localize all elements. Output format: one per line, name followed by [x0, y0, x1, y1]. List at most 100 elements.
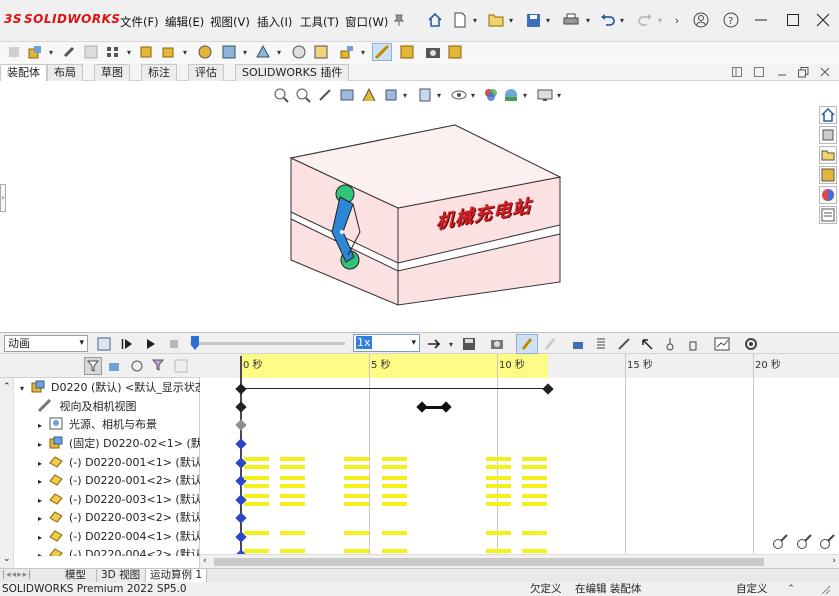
animation-wizard-icon[interactable]: [488, 335, 506, 353]
expand-arrow-icon[interactable]: ▸: [38, 459, 42, 468]
zoom-to-area-icon[interactable]: [294, 86, 312, 104]
chevron-down-icon[interactable]: ▾: [446, 335, 456, 353]
study-properties-icon[interactable]: [742, 335, 760, 353]
save-animation-icon[interactable]: [460, 335, 478, 353]
expand-arrow-icon[interactable]: ▸: [38, 514, 42, 523]
scroll-left-icon[interactable]: ‹: [203, 556, 207, 566]
minimize-window-icon[interactable]: [752, 11, 770, 29]
key-point[interactable]: [542, 383, 554, 395]
assembly-features-icon[interactable]: [220, 44, 238, 60]
more-icon[interactable]: ›: [671, 12, 683, 28]
playback-slider-thumb[interactable]: [191, 336, 199, 350]
tab-solidworks-addins[interactable]: SOLIDWORKS 插件: [235, 64, 350, 81]
add-key-icon[interactable]: [541, 335, 559, 353]
chevron-down-icon[interactable]: ▾: [400, 86, 410, 104]
chevron-down-icon[interactable]: ▾: [434, 86, 444, 104]
play-from-start-icon[interactable]: [119, 335, 135, 353]
chevron-up-icon[interactable]: ⌃: [3, 382, 11, 392]
menu-view[interactable]: 视图(V): [210, 14, 250, 30]
menu-tools[interactable]: 工具(T): [300, 14, 339, 30]
contact-icon[interactable]: [615, 335, 633, 353]
large-assembly-mode-icon[interactable]: [446, 44, 464, 60]
filter-selected-icon[interactable]: [150, 357, 168, 375]
view-palette-icon[interactable]: [819, 166, 837, 184]
file-explorer-icon[interactable]: [819, 146, 837, 164]
calculate-icon[interactable]: [95, 335, 113, 353]
tab-evaluate[interactable]: 评估: [188, 64, 224, 81]
chevron-down-icon[interactable]: ⌄: [3, 554, 11, 564]
force-icon[interactable]: [638, 335, 656, 353]
gravity-icon[interactable]: [661, 335, 679, 353]
graphics-area[interactable]: ▾ ▾ ▾ ▾ ▾ › 机械充电站: [0, 82, 839, 332]
expand-arrow-icon[interactable]: ▸: [38, 551, 42, 556]
display-style-icon[interactable]: [416, 86, 434, 104]
custom-properties-icon[interactable]: [819, 206, 837, 224]
edit-component-icon[interactable]: [6, 44, 22, 60]
dynamic-annotation-icon[interactable]: [360, 86, 378, 104]
tab-assembly[interactable]: 装配体: [0, 64, 47, 81]
filter-results-icon[interactable]: [172, 357, 190, 375]
instant3d-icon[interactable]: [372, 43, 392, 61]
filter-icon[interactable]: [84, 357, 102, 375]
move-component-icon[interactable]: [160, 44, 178, 60]
damper-icon[interactable]: [684, 335, 702, 353]
play-icon[interactable]: [143, 335, 159, 353]
chevron-down-icon[interactable]: ▾: [468, 86, 478, 104]
print-icon[interactable]: [561, 11, 581, 29]
insert-components-icon[interactable]: [26, 44, 44, 60]
show-hidden-components-icon[interactable]: [196, 44, 214, 60]
chevron-down-icon[interactable]: ▾: [240, 44, 250, 60]
new-document-icon[interactable]: [452, 11, 468, 29]
chevron-down-icon[interactable]: ▾: [124, 44, 134, 60]
timeline-horizontal-scrollbar[interactable]: ‹ ›: [200, 554, 839, 568]
chevron-down-icon[interactable]: ▾: [274, 44, 284, 60]
component-preview-icon[interactable]: [82, 44, 100, 60]
chevron-up-icon[interactable]: ⌃: [784, 582, 798, 596]
units-custom-text[interactable]: 自定义: [736, 582, 768, 596]
tile-right-icon[interactable]: [753, 65, 765, 79]
exploded-view-icon[interactable]: [338, 44, 356, 60]
update-speedpak-icon[interactable]: [398, 44, 416, 60]
chevron-down-icon[interactable]: ▾: [520, 86, 530, 104]
hide-show-items-icon[interactable]: [450, 86, 468, 104]
results-plots-icon[interactable]: [712, 335, 732, 353]
tab-markup[interactable]: 标注: [141, 64, 177, 81]
view-settings-icon[interactable]: [536, 86, 554, 104]
previous-view-icon[interactable]: [316, 86, 334, 104]
resize-grip-icon[interactable]: [818, 582, 832, 596]
chevron-down-icon[interactable]: ▾: [583, 11, 593, 29]
chevron-down-icon[interactable]: ▾: [543, 11, 553, 29]
tree-row-assembly[interactable]: ▾ D0220 (默认) <默认_显示状态-1>: [20, 379, 218, 397]
menu-insert[interactable]: 插入(I): [257, 14, 292, 30]
tab-model[interactable]: 模型: [61, 569, 90, 583]
playback-speed-select[interactable]: 1x ▾: [353, 334, 420, 352]
section-view-icon[interactable]: [338, 86, 356, 104]
zoom-out-timeline-icon[interactable]: [794, 532, 814, 552]
chevron-down-icon[interactable]: ▾: [180, 44, 190, 60]
tile-left-icon[interactable]: [731, 65, 743, 79]
motion-timeline[interactable]: 0 秒 5 秒 10 秒 15 秒 20 秒 ‹ ›: [200, 354, 839, 568]
key-point[interactable]: [235, 401, 247, 413]
chevron-down-icon[interactable]: ▾: [655, 11, 665, 29]
restore-document-icon[interactable]: [796, 65, 810, 79]
reference-geometry-icon[interactable]: [254, 44, 272, 60]
smart-fasteners-icon[interactable]: [138, 44, 156, 60]
menu-file[interactable]: 文件(F): [120, 14, 159, 30]
tab-layout[interactable]: 布局: [47, 64, 83, 81]
tab-motion-study-1[interactable]: 运动算例 1: [145, 569, 208, 583]
spring-icon[interactable]: [592, 335, 610, 353]
expand-arrow-icon[interactable]: ▸: [38, 533, 42, 542]
close-window-icon[interactable]: [814, 11, 832, 29]
chevron-down-icon[interactable]: ▾: [554, 86, 564, 104]
open-folder-icon[interactable]: [487, 11, 505, 29]
view-orientation-icon[interactable]: [382, 86, 400, 104]
scroll-right-icon[interactable]: ›: [832, 556, 836, 566]
tab-3d-view[interactable]: 3D 视图: [96, 569, 144, 583]
feature-manager-expand-handle[interactable]: ›: [0, 184, 6, 212]
edit-appearance-icon[interactable]: [482, 86, 500, 104]
chevron-down-icon[interactable]: ▾: [506, 11, 516, 29]
account-icon[interactable]: [692, 11, 710, 29]
chevron-down-icon[interactable]: ▾: [46, 44, 56, 60]
mate-icon[interactable]: [60, 44, 78, 60]
redo-icon[interactable]: [636, 11, 654, 29]
